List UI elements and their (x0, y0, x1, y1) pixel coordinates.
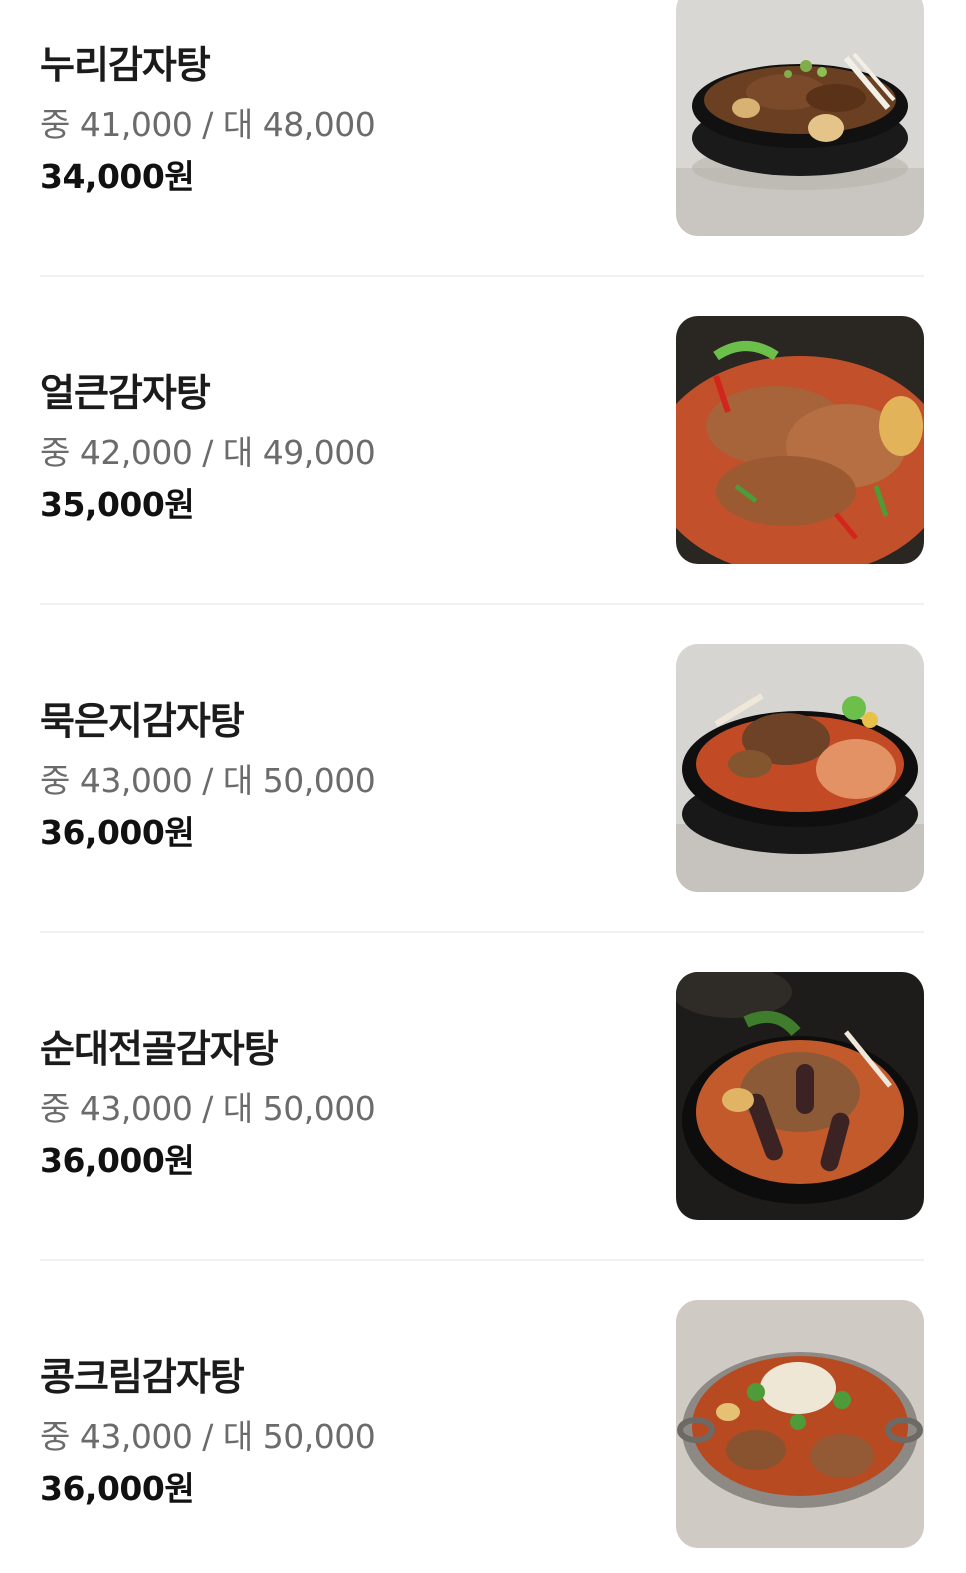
menu-item-name: 묵은지감자탕 (40, 699, 245, 743)
sundae-jeongol-gamjatang-photo (676, 972, 924, 1220)
menu-item-eolkeun[interactable]: 얼큰감자탕 중 42,000 / 대 49,000 35,000원 (40, 316, 924, 578)
menu-item-name: 얼큰감자탕 (40, 371, 211, 415)
menu-divider (40, 931, 924, 933)
menu-divider (40, 275, 924, 277)
menu-item-size-prices: 중 42,000 / 대 49,000 (40, 433, 376, 472)
menu-item-size-prices: 중 43,000 / 대 50,000 (40, 1089, 376, 1128)
menu-item-mugeunji[interactable]: 묵은지감자탕 중 43,000 / 대 50,000 36,000원 (40, 644, 924, 906)
menu-item-name: 콩크림감자탕 (40, 1355, 245, 1399)
menu-item-price: 35,000원 (40, 485, 195, 524)
menu-item-price: 36,000원 (40, 1469, 195, 1508)
kong-cream-gamjatang-photo (676, 1300, 924, 1548)
menu-divider (40, 603, 924, 605)
menu-divider (40, 1259, 924, 1261)
menu-item-size-prices: 중 43,000 / 대 50,000 (40, 761, 376, 800)
menu-item-price: 36,000원 (40, 813, 195, 852)
menu-item-photo[interactable] (676, 1300, 924, 1548)
menu-item-kong-cream[interactable]: 콩크림감자탕 중 43,000 / 대 50,000 36,000원 (40, 1300, 924, 1562)
eolkeun-gamjatang-photo (676, 316, 924, 564)
menu-item-nuri[interactable]: 누리감자탕 중 41,000 / 대 48,000 34,000원 (40, 0, 924, 250)
menu-item-size-prices: 중 41,000 / 대 48,000 (40, 105, 376, 144)
menu-item-photo[interactable] (676, 972, 924, 1220)
mugeunji-gamjatang-photo (676, 644, 924, 892)
menu-item-price: 36,000원 (40, 1141, 195, 1180)
menu-item-name: 누리감자탕 (40, 43, 211, 87)
nuri-gamjatang-photo (676, 0, 924, 236)
menu-item-size-prices: 중 43,000 / 대 50,000 (40, 1417, 376, 1456)
menu-item-name: 순대전골감자탕 (40, 1027, 279, 1071)
menu-item-photo[interactable] (676, 644, 924, 892)
menu-item-photo[interactable] (676, 316, 924, 564)
menu-item-price: 34,000원 (40, 157, 195, 196)
menu-item-sundae-jeongol[interactable]: 순대전골감자탕 중 43,000 / 대 50,000 36,000원 (40, 972, 924, 1234)
menu-item-photo[interactable] (676, 0, 924, 236)
